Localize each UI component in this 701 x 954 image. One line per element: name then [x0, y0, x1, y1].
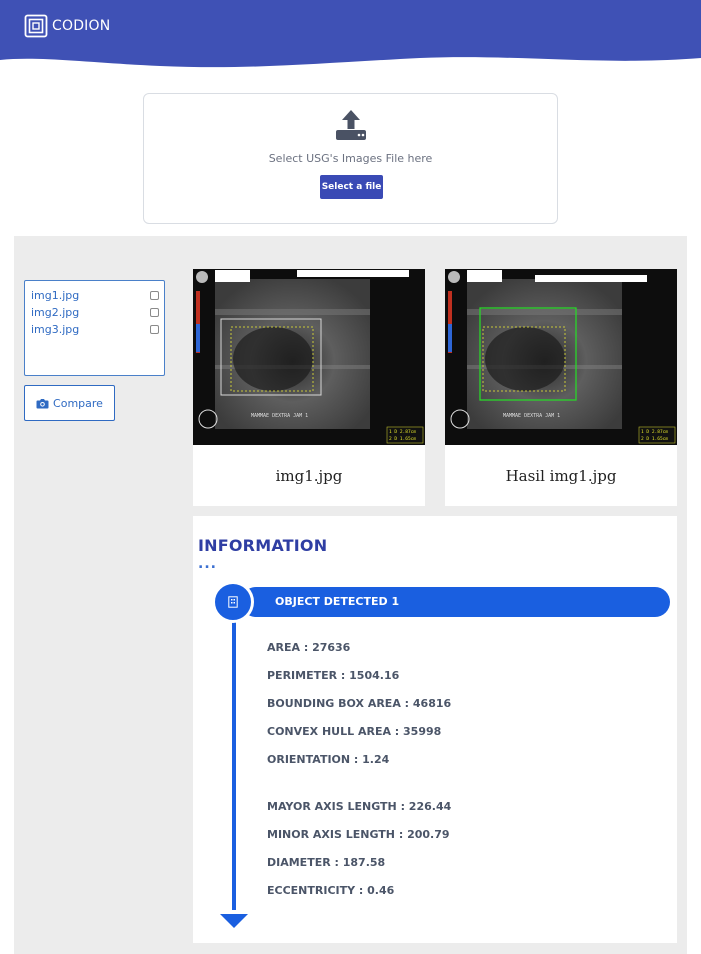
- upload-icon: [336, 110, 366, 140]
- metric-minor-axis-length: MINOR AXIS LENGTH : 200.79: [267, 828, 450, 841]
- metric-perimeter: PERIMETER : 1504.16: [267, 669, 400, 682]
- object-detected-header[interactable]: OBJECT DETECTED 1: [241, 587, 670, 617]
- brand[interactable]: CODION: [24, 14, 110, 38]
- select-file-button[interactable]: Select a file: [320, 175, 383, 199]
- file-name[interactable]: img2.jpg: [31, 306, 79, 319]
- file-checkbox[interactable]: [150, 307, 159, 317]
- scale-label: 2 D 1.65cm: [641, 436, 668, 442]
- object-detected-label: OBJECT DETECTED 1: [275, 595, 400, 608]
- scale-label: 1 D 2.87cm: [641, 429, 668, 435]
- camera-icon: [36, 398, 49, 408]
- file-checkbox[interactable]: [150, 290, 159, 300]
- metric-convex-hull-area: CONVEX HULL AREA : 35998: [267, 725, 442, 738]
- scale-label: 2 D 1.65cm: [389, 436, 416, 442]
- scan-label: MAMMAE DEXTRA JAM 1: [503, 413, 560, 419]
- metric-eccentricity: ECCENTRICITY : 0.46: [267, 884, 395, 897]
- scale-label: 1 D 2.87cm: [389, 429, 416, 435]
- metric-area: AREA : 27636: [267, 641, 351, 654]
- upload-dropzone[interactable]: Select USG's Images File here Select a f…: [143, 93, 558, 224]
- ultrasound-image: MAMMAE DEXTRA JAM 1 1 D 2.87cm 2 D 1.65c…: [193, 269, 425, 445]
- image-card-result[interactable]: MAMMAE DEXTRA JAM 1 1 D 2.87cm 2 D 1.65c…: [445, 269, 677, 506]
- app-header: CODION: [0, 0, 701, 75]
- upload-instructions: Select USG's Images File here: [268, 152, 433, 165]
- metric-orientation: ORIENTATION : 1.24: [267, 753, 390, 766]
- timeline-arrow-icon: [220, 914, 248, 928]
- file-checkbox[interactable]: [150, 324, 159, 334]
- scan-label: MAMMAE DEXTRA JAM 1: [251, 413, 308, 419]
- file-name[interactable]: img1.jpg: [31, 289, 79, 302]
- metric-diameter: DIAMETER : 187.58: [267, 856, 386, 869]
- file-item[interactable]: img1.jpg: [31, 286, 159, 304]
- ultrasound-result-image: MAMMAE DEXTRA JAM 1 1 D 2.87cm 2 D 1.65c…: [445, 269, 677, 445]
- object-badge: [212, 581, 254, 623]
- object-icon: [228, 596, 238, 608]
- file-list: img1.jpg img2.jpg img3.jpg: [24, 280, 165, 376]
- file-item[interactable]: img2.jpg: [31, 303, 159, 321]
- file-item[interactable]: img3.jpg: [31, 320, 159, 338]
- compare-label: Compare: [53, 396, 103, 410]
- brand-name: CODION: [52, 18, 111, 34]
- file-name[interactable]: img3.jpg: [31, 323, 79, 336]
- information-title: INFORMATION: [198, 536, 328, 555]
- information-dots: ...: [198, 556, 217, 572]
- image-caption: img1.jpg: [275, 466, 343, 485]
- metric-bounding-box-area: BOUNDING BOX AREA : 46816: [267, 697, 452, 710]
- image-caption: Hasil img1.jpg: [505, 466, 617, 485]
- image-card-original[interactable]: MAMMAE DEXTRA JAM 1 1 D 2.87cm 2 D 1.65c…: [193, 269, 425, 506]
- compare-button[interactable]: Compare: [24, 385, 115, 421]
- information-panel: INFORMATION ... OBJECT DETECTED 1 AREA :…: [193, 516, 677, 943]
- timeline-line: [232, 622, 236, 910]
- codion-logo-icon: [24, 14, 48, 38]
- metric-mayor-axis-length: MAYOR AXIS LENGTH : 226.44: [267, 800, 452, 813]
